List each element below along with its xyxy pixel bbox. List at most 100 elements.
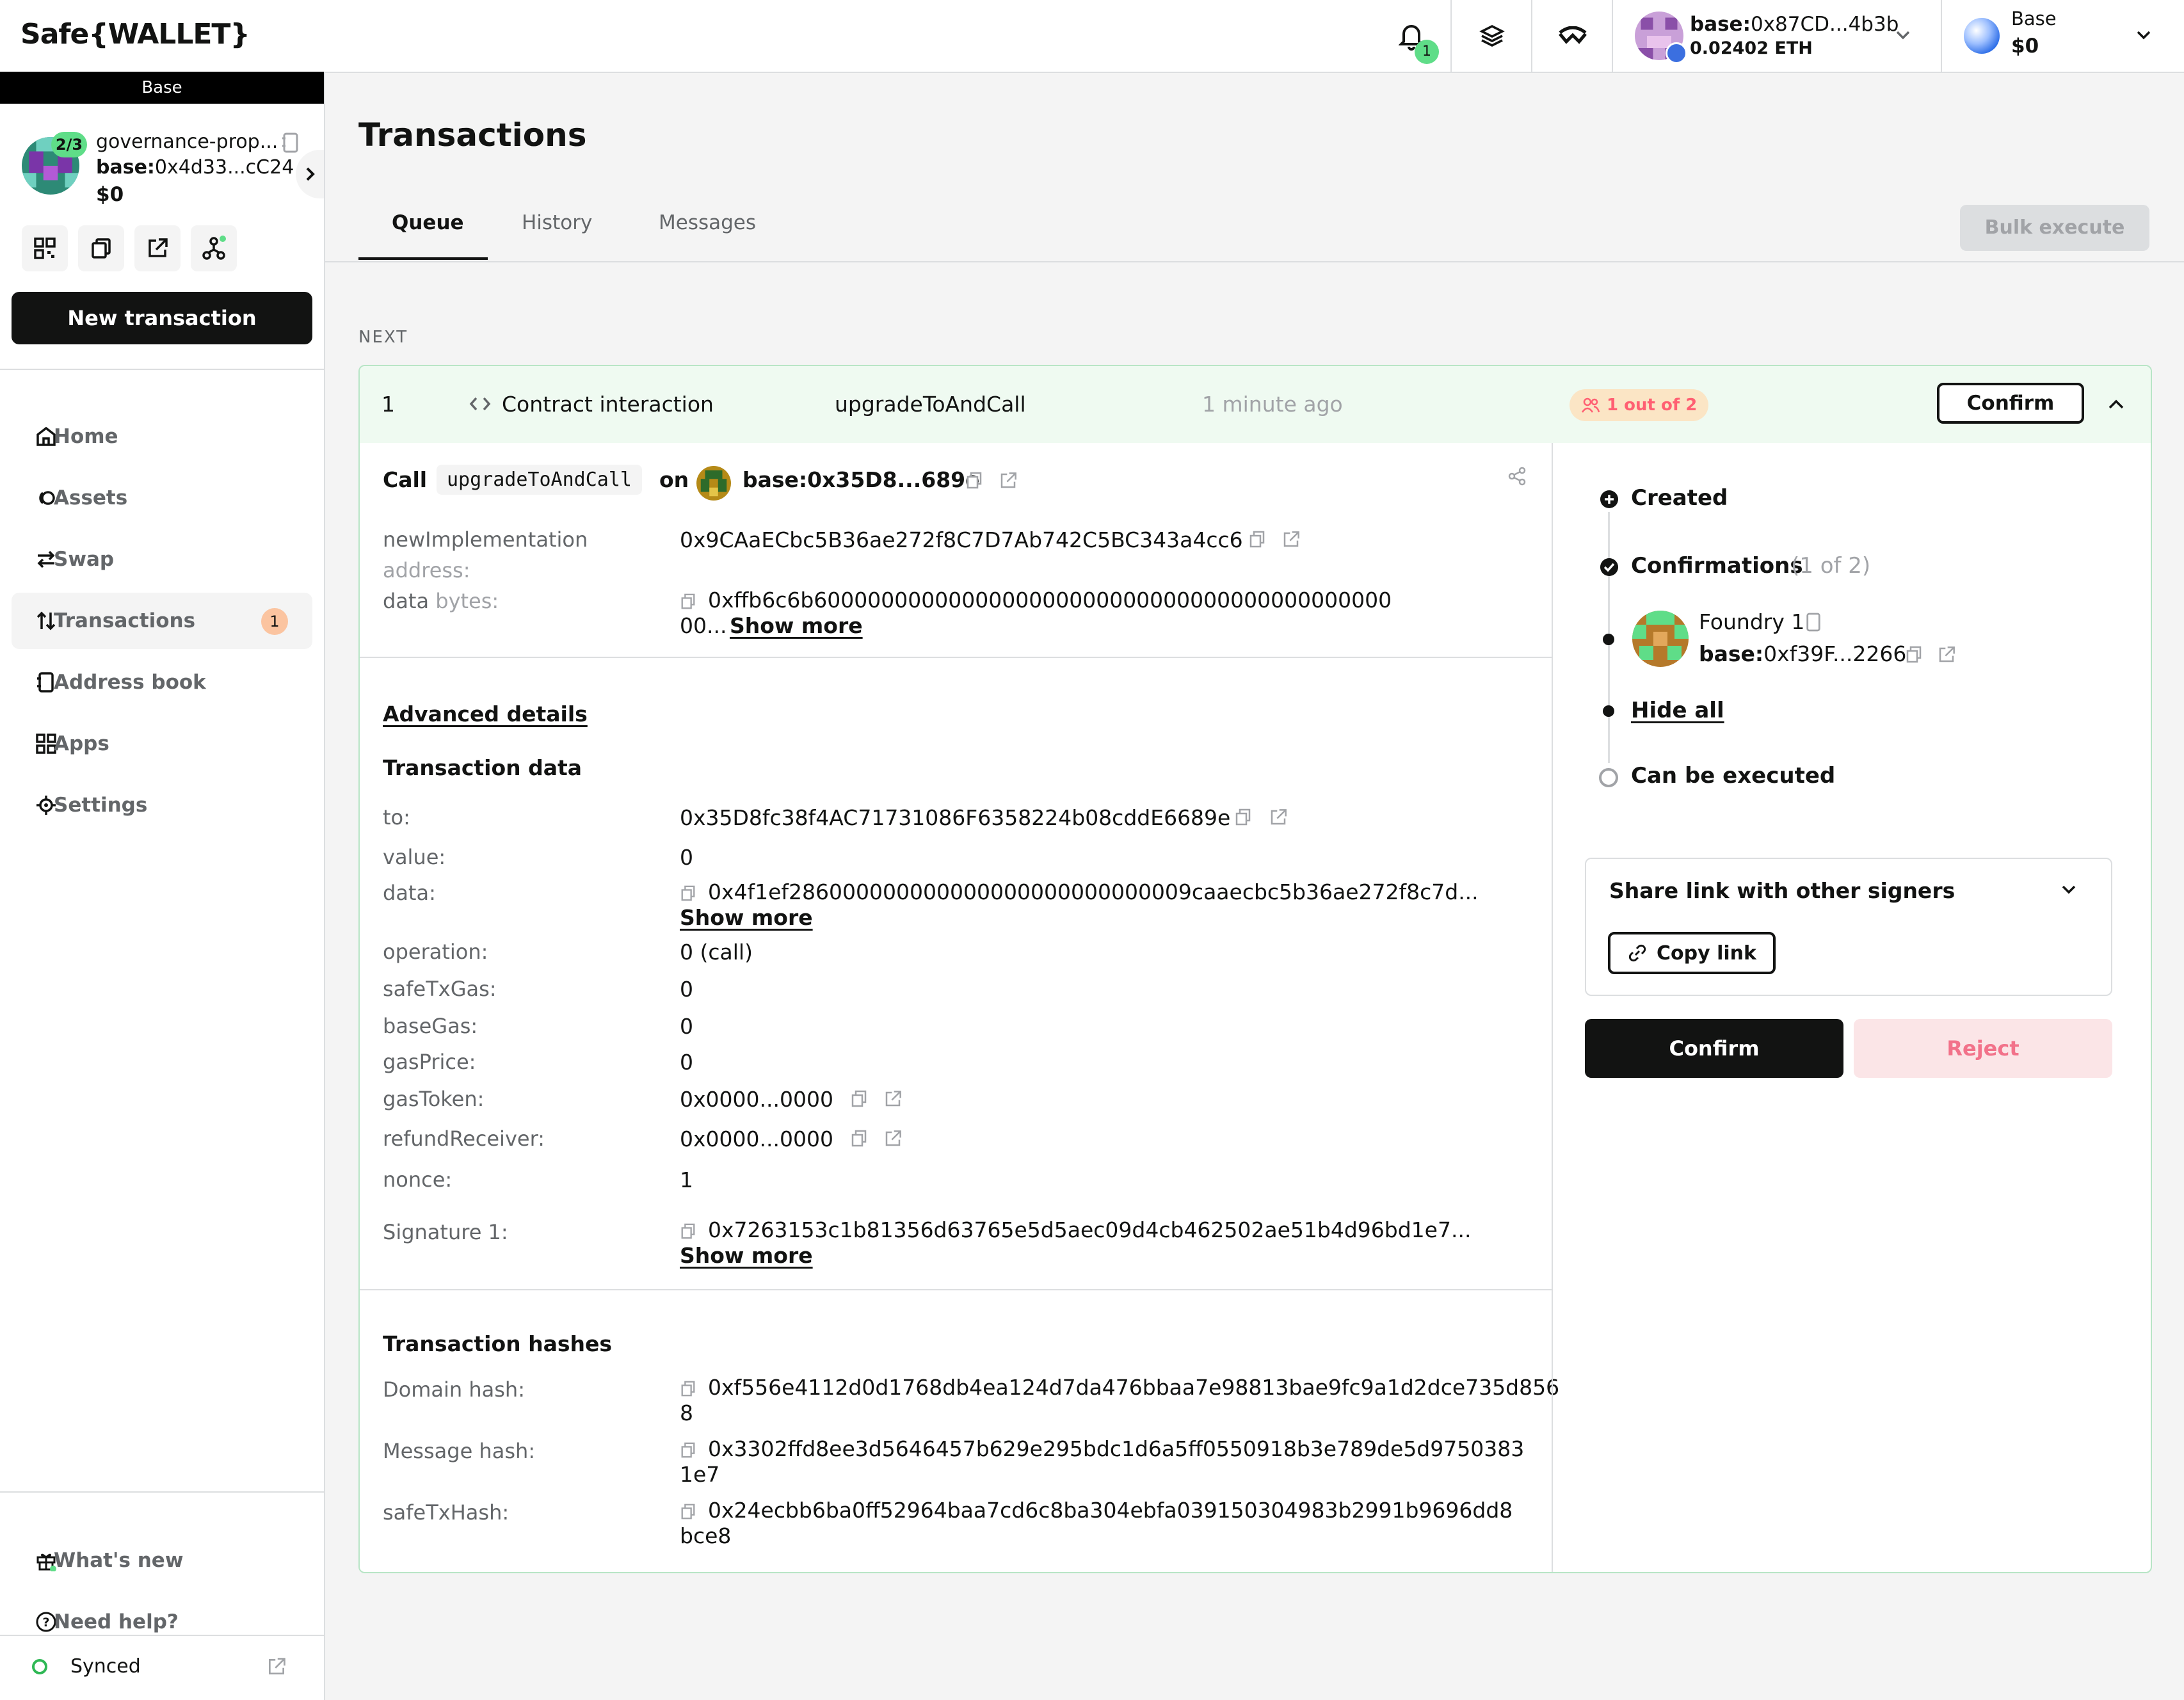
confirmations-badge: 1 out of 2	[1570, 389, 1709, 421]
hash-label: Message hash:	[383, 1439, 536, 1463]
tab-queue[interactable]: Queue	[392, 211, 464, 234]
safe-address-prefix: base:	[96, 156, 155, 179]
copy-icon[interactable]	[680, 1441, 696, 1459]
chevron-down-icon[interactable]	[2059, 879, 2079, 900]
sidebar-item-address-book[interactable]: Address book	[12, 654, 312, 710]
copy-icon[interactable]	[680, 1223, 696, 1240]
safetx-hash: 0x24ecbb6ba0ff52964baa7cd6c8ba304ebfa039…	[708, 1498, 1513, 1523]
sidebar-item-transactions[interactable]: Transactions 1	[12, 593, 312, 649]
external-link-icon[interactable]	[1937, 645, 1956, 664]
reject-transaction-button[interactable]: Reject	[1854, 1019, 2112, 1078]
transaction-data-title: Transaction data	[383, 755, 582, 780]
tx-data-label: safeTxGas:	[383, 977, 497, 1001]
share-icon[interactable]	[1507, 466, 1527, 486]
tx-data-operation: 0 (call)	[680, 940, 753, 965]
sidebar-item-home[interactable]: Home	[12, 408, 312, 465]
safe-wallet-logo[interactable]: Safe{WALLET}	[20, 18, 250, 51]
confirm-button[interactable]: Confirm	[1937, 383, 2084, 424]
walletconnect-button[interactable]	[1531, 0, 1613, 72]
nested-safes-button[interactable]	[191, 225, 237, 271]
bulk-execute-button[interactable]: Bulk execute	[1960, 205, 2149, 251]
signer-name: Foundry 1	[1699, 609, 1805, 634]
layers-icon	[1479, 23, 1505, 49]
tx-nonce: 1	[381, 392, 395, 417]
advanced-details-toggle[interactable]: Advanced details	[383, 702, 588, 726]
copy-icon[interactable]	[850, 1089, 868, 1109]
sidebar-item-label: Address book	[54, 671, 206, 694]
param-value-continued: 00...	[680, 613, 727, 638]
sidebar-item-swap[interactable]: Swap	[12, 531, 312, 588]
page-title: Transactions	[358, 116, 587, 154]
can-execute-circle	[1599, 768, 1618, 787]
tabs-divider	[324, 261, 2184, 262]
transaction-summary-row[interactable]: 1 Contract interaction upgradeToAndCall …	[360, 366, 2151, 443]
open-explorer-button[interactable]	[134, 225, 181, 271]
external-link-icon[interactable]	[266, 1656, 287, 1677]
copy-address-button[interactable]	[78, 225, 124, 271]
tx-data-label: data:	[383, 881, 436, 905]
sidebar-item-label: Swap	[54, 548, 115, 571]
qr-code-icon	[33, 237, 56, 260]
account-widget[interactable]: base:0x87CD...4b3b 0.02402 ETH	[1612, 0, 1942, 72]
chevron-right-icon	[302, 164, 317, 184]
address-book-icon[interactable]	[1805, 612, 1822, 632]
status-confirmations: Confirmations	[1631, 553, 1803, 579]
svg-text:?: ?	[42, 1616, 49, 1630]
new-transaction-button[interactable]: New transaction	[12, 292, 312, 344]
show-more-link[interactable]: Show more	[680, 1243, 813, 1268]
safe-threshold-badge: 2/3	[51, 132, 87, 157]
tab-messages[interactable]: Messages	[659, 211, 756, 234]
expand-safe-button[interactable]	[296, 150, 324, 198]
notifications-button[interactable]: 1	[1383, 14, 1440, 64]
address-book-icon[interactable]	[282, 132, 300, 154]
param-name: data	[383, 589, 430, 613]
tx-data-nonce: 1	[680, 1167, 693, 1192]
external-link-icon[interactable]	[999, 471, 1018, 490]
chevron-up-icon[interactable]	[2106, 394, 2126, 415]
whats-new-link[interactable]: What's new	[12, 1532, 312, 1589]
tx-data-label: value:	[383, 845, 446, 869]
external-link-icon[interactable]	[883, 1089, 903, 1109]
sidebar-item-apps[interactable]: Apps	[12, 716, 312, 772]
sidebar-item-settings[interactable]: Settings	[12, 777, 312, 833]
sidebar-item-assets[interactable]: Assets	[12, 470, 312, 526]
copy-icon[interactable]	[680, 593, 696, 611]
external-link-icon[interactable]	[1269, 808, 1288, 827]
copy-icon[interactable]	[1248, 530, 1266, 549]
tx-data-value: 0	[680, 845, 693, 870]
confirmations-badge-label: 1 out of 2	[1607, 396, 1698, 415]
call-method-chip: upgradeToAndCall	[437, 465, 642, 495]
external-link-icon[interactable]	[883, 1129, 903, 1148]
qr-code-button[interactable]	[22, 225, 68, 271]
tab-history[interactable]: History	[522, 211, 592, 234]
plus-circle-icon	[1599, 489, 1619, 509]
copy-icon[interactable]	[1905, 645, 1923, 664]
tx-data-to: 0x35D8fc38f4AC71731086F6358224b08cddE668…	[680, 805, 1231, 830]
copy-icon[interactable]	[680, 1503, 696, 1521]
share-link-title[interactable]: Share link with other signers	[1609, 878, 1955, 903]
domain-hash: 0xf556e4112d0d1768db4ea124d7da476bbaa7e9…	[708, 1375, 1560, 1400]
active-tab-indicator	[358, 257, 488, 260]
call-word: Call	[383, 467, 428, 492]
copy-icon[interactable]	[1234, 808, 1252, 827]
copy-icon[interactable]	[680, 1380, 696, 1398]
param-value: 0xffb6c6b6000000000000000000000000000000…	[708, 588, 1392, 613]
copy-icon[interactable]	[965, 471, 983, 490]
sidebar-item-label: Home	[54, 425, 118, 448]
network-selector[interactable]: Base $0	[1941, 0, 2184, 72]
external-link-icon[interactable]	[1281, 530, 1301, 549]
copy-link-button[interactable]: Copy link	[1608, 932, 1776, 974]
confirm-transaction-button[interactable]: Confirm	[1585, 1019, 1843, 1078]
copy-icon	[90, 237, 113, 260]
chain-indicator: Base	[0, 72, 324, 104]
tx-data-label: Signature 1:	[383, 1220, 508, 1244]
layers-button[interactable]	[1450, 0, 1532, 72]
param-type: address:	[383, 558, 470, 582]
show-more-link[interactable]: Show more	[730, 613, 863, 638]
need-help-link[interactable]: ? Need help?	[12, 1594, 312, 1650]
copy-icon[interactable]	[850, 1129, 868, 1148]
hide-all-link[interactable]: Hide all	[1631, 698, 1724, 723]
tx-data-gastoken: 0x0000...0000	[680, 1087, 833, 1112]
copy-icon[interactable]	[680, 885, 696, 902]
show-more-link[interactable]: Show more	[680, 905, 813, 930]
